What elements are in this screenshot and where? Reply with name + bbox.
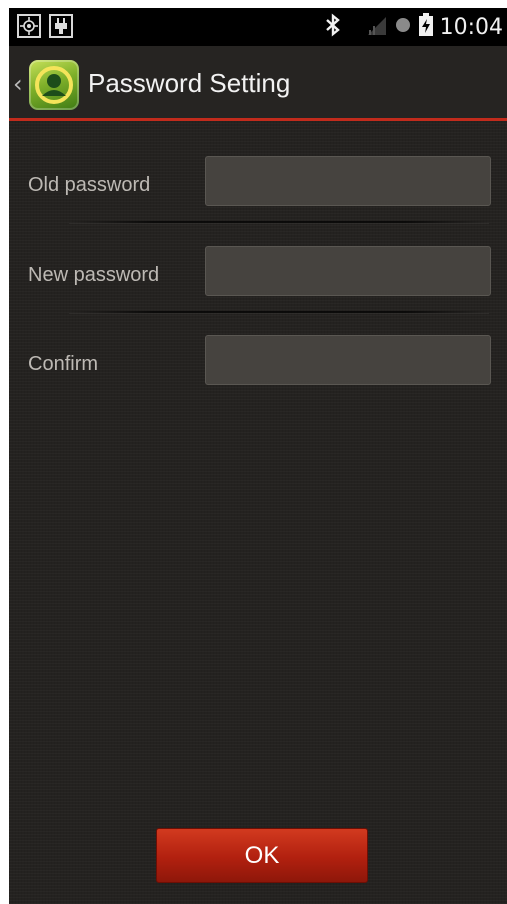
- new-password-input[interactable]: [205, 246, 491, 296]
- row-divider: [69, 221, 489, 223]
- screen: 10:04 ‹ Password Setting Old password Ne…: [9, 8, 507, 904]
- chevron-left-icon[interactable]: ‹: [13, 72, 23, 96]
- ok-button[interactable]: OK: [156, 828, 368, 883]
- battery-charging-icon: [418, 13, 434, 41]
- confirm-password-input[interactable]: [205, 335, 491, 385]
- action-bar: ‹ Password Setting: [9, 46, 507, 120]
- old-password-row: Old password: [9, 154, 507, 222]
- new-password-label: New password: [28, 264, 160, 286]
- status-clock: 10:04: [439, 14, 503, 40]
- confirm-row: Confirm: [9, 333, 507, 401]
- record-dot-icon: [394, 16, 412, 38]
- status-bar: 10:04: [9, 8, 507, 46]
- new-password-row: New password: [9, 244, 507, 312]
- confirm-label: Confirm: [28, 353, 99, 375]
- old-password-label: Old password: [28, 174, 151, 196]
- bluetooth-icon: [324, 13, 342, 41]
- action-bar-divider: [9, 118, 507, 121]
- signal-icon: [366, 14, 388, 40]
- gps-target-icon: [17, 14, 41, 38]
- row-divider: [69, 311, 489, 313]
- old-password-input[interactable]: [205, 156, 491, 206]
- app-logo-icon[interactable]: [29, 60, 79, 110]
- page-title: Password Setting: [88, 68, 291, 98]
- usb-debug-icon: [49, 14, 73, 38]
